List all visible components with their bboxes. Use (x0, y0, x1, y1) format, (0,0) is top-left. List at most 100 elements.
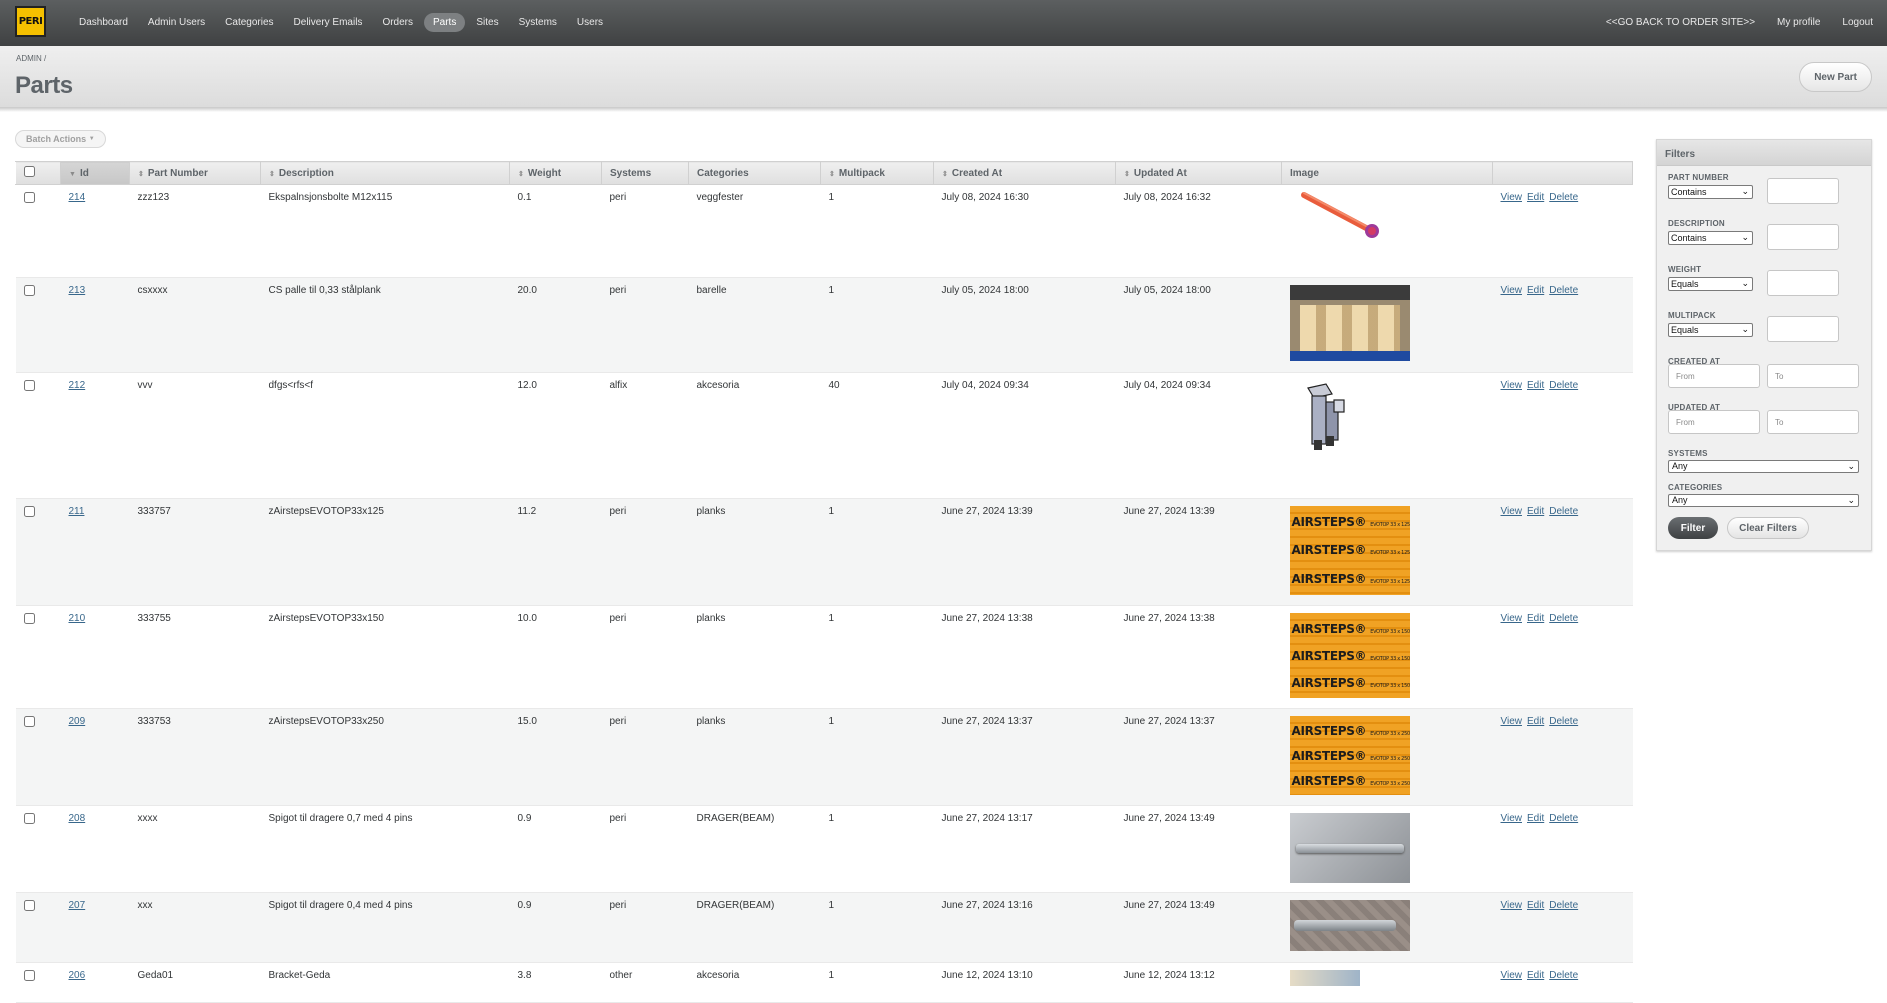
my-profile-link[interactable]: My profile (1777, 17, 1820, 28)
delete-link[interactable]: Delete (1549, 970, 1578, 981)
delete-link[interactable]: Delete (1549, 813, 1578, 824)
view-link[interactable]: View (1501, 716, 1523, 727)
view-link[interactable]: View (1501, 613, 1523, 624)
delete-link[interactable]: Delete (1549, 380, 1578, 391)
nav-categories[interactable]: Categories (216, 13, 282, 32)
edit-link[interactable]: Edit (1527, 970, 1544, 981)
row-checkbox[interactable] (23, 506, 35, 517)
weight-input[interactable] (1767, 270, 1839, 296)
filter-button[interactable]: Filter (1668, 517, 1718, 539)
new-part-button[interactable]: New Part (1799, 62, 1872, 92)
view-link[interactable]: View (1501, 192, 1523, 203)
edit-link[interactable]: Edit (1527, 192, 1544, 203)
created-at-from-input[interactable]: From (1668, 364, 1760, 388)
edit-link[interactable]: Edit (1527, 506, 1544, 517)
title-bar-shadow (0, 108, 1887, 112)
nav-systems[interactable]: Systems (510, 13, 566, 32)
edit-link[interactable]: Edit (1527, 613, 1544, 624)
created-at-cell: June 27, 2024 13:16 (933, 892, 1116, 963)
page-title: Parts (15, 72, 73, 99)
multipack-input[interactable] (1767, 316, 1839, 342)
weight-cell: 15.0 (509, 708, 602, 806)
part-id-link[interactable]: 210 (69, 613, 86, 624)
part-id-link[interactable]: 208 (69, 813, 86, 824)
updated-at-to-input[interactable]: To (1767, 410, 1859, 434)
systems-cell: peri (601, 708, 689, 806)
view-link[interactable]: View (1501, 813, 1523, 824)
edit-link[interactable]: Edit (1527, 380, 1544, 391)
part-id-link[interactable]: 214 (69, 192, 86, 203)
systems-select[interactable]: Any ⌄ (1668, 460, 1859, 473)
nav-dashboard[interactable]: Dashboard (70, 13, 137, 32)
breadcrumb[interactable]: ADMIN / (16, 54, 46, 63)
view-link[interactable]: View (1501, 506, 1523, 517)
column-updated-at[interactable]: ⇕ Updated At (1115, 161, 1282, 185)
multipack-cell: 40 (820, 372, 934, 499)
row-checkbox[interactable] (23, 813, 35, 824)
nav-parts[interactable]: Parts (424, 13, 466, 32)
multipack-operator-select[interactable]: Equals ⌄ (1668, 323, 1753, 337)
part-number-operator-select[interactable]: Contains ⌄ (1668, 185, 1753, 199)
column-multipack[interactable]: ⇕ Multipack (820, 161, 934, 185)
column-id[interactable]: ▼ Id (60, 161, 130, 185)
part-id-link[interactable]: 213 (69, 285, 86, 296)
categories-select[interactable]: Any ⌄ (1668, 494, 1859, 507)
row-checkbox[interactable] (23, 285, 35, 296)
part-id-link[interactable]: 212 (69, 380, 86, 391)
nav-users[interactable]: Users (568, 13, 612, 32)
delete-link[interactable]: Delete (1549, 613, 1578, 624)
row-checkbox[interactable] (23, 970, 35, 981)
id-cell: 208 (60, 805, 130, 893)
row-select-cell (15, 605, 61, 709)
view-link[interactable]: View (1501, 380, 1523, 391)
nav-delivery-emails[interactable]: Delivery Emails (285, 13, 372, 32)
chevron-down-icon: ⌄ (1741, 278, 1749, 288)
nav-orders[interactable]: Orders (373, 13, 422, 32)
column-part-number[interactable]: ⇕ Part Number (129, 161, 261, 185)
peri-logo[interactable]: PERI (15, 6, 46, 37)
view-link[interactable]: View (1501, 900, 1523, 911)
back-to-order-site-link[interactable]: <<GO BACK TO ORDER SITE>> (1606, 17, 1755, 28)
logout-link[interactable]: Logout (1842, 17, 1873, 28)
weight-operator-select[interactable]: Equals ⌄ (1668, 277, 1753, 291)
column-weight[interactable]: ⇕ Weight (509, 161, 602, 185)
view-link[interactable]: View (1501, 970, 1523, 981)
created-at-to-input[interactable]: To (1767, 364, 1859, 388)
image-cell (1281, 962, 1493, 1003)
clear-filters-button[interactable]: Clear Filters (1727, 517, 1809, 539)
column-created-at[interactable]: ⇕ Created At (933, 161, 1116, 185)
column-description[interactable]: ⇕ Description (260, 161, 510, 185)
row-checkbox[interactable] (23, 900, 35, 911)
view-link[interactable]: View (1501, 285, 1523, 296)
part-id-link[interactable]: 211 (69, 506, 85, 517)
edit-link[interactable]: Edit (1527, 716, 1544, 727)
description-input[interactable] (1767, 224, 1839, 250)
table-row: 208 xxxx Spigot til dragere 0,7 med 4 pins… (15, 805, 1633, 893)
edit-link[interactable]: Edit (1527, 900, 1544, 911)
edit-link[interactable]: Edit (1527, 813, 1544, 824)
row-checkbox[interactable] (23, 716, 35, 727)
part-id-link[interactable]: 209 (69, 716, 86, 727)
delete-link[interactable]: Delete (1549, 192, 1578, 203)
nav-sites[interactable]: Sites (467, 13, 507, 32)
part-id-link[interactable]: 207 (69, 900, 86, 911)
edit-link[interactable]: Edit (1527, 285, 1544, 296)
delete-link[interactable]: Delete (1549, 900, 1578, 911)
row-checkbox[interactable] (23, 380, 35, 391)
part-id-link[interactable]: 206 (69, 970, 86, 981)
select-all-checkbox[interactable] (24, 166, 35, 177)
part-number-cell: 333757 (129, 498, 261, 606)
weight-cell: 0.9 (509, 892, 602, 963)
updated-at-from-input[interactable]: From (1668, 410, 1760, 434)
delete-link[interactable]: Delete (1549, 506, 1578, 517)
systems-cell: peri (601, 277, 689, 373)
delete-link[interactable]: Delete (1549, 285, 1578, 296)
nav-admin-users[interactable]: Admin Users (139, 13, 214, 32)
description-cell: Spigot til dragere 0,7 med 4 pins (260, 805, 510, 893)
row-checkbox[interactable] (23, 192, 35, 203)
delete-link[interactable]: Delete (1549, 716, 1578, 727)
row-checkbox[interactable] (23, 613, 35, 624)
part-number-input[interactable] (1767, 178, 1839, 204)
batch-actions-button[interactable]: Batch Actions ▼ (15, 130, 106, 148)
description-operator-select[interactable]: Contains ⌄ (1668, 231, 1753, 245)
